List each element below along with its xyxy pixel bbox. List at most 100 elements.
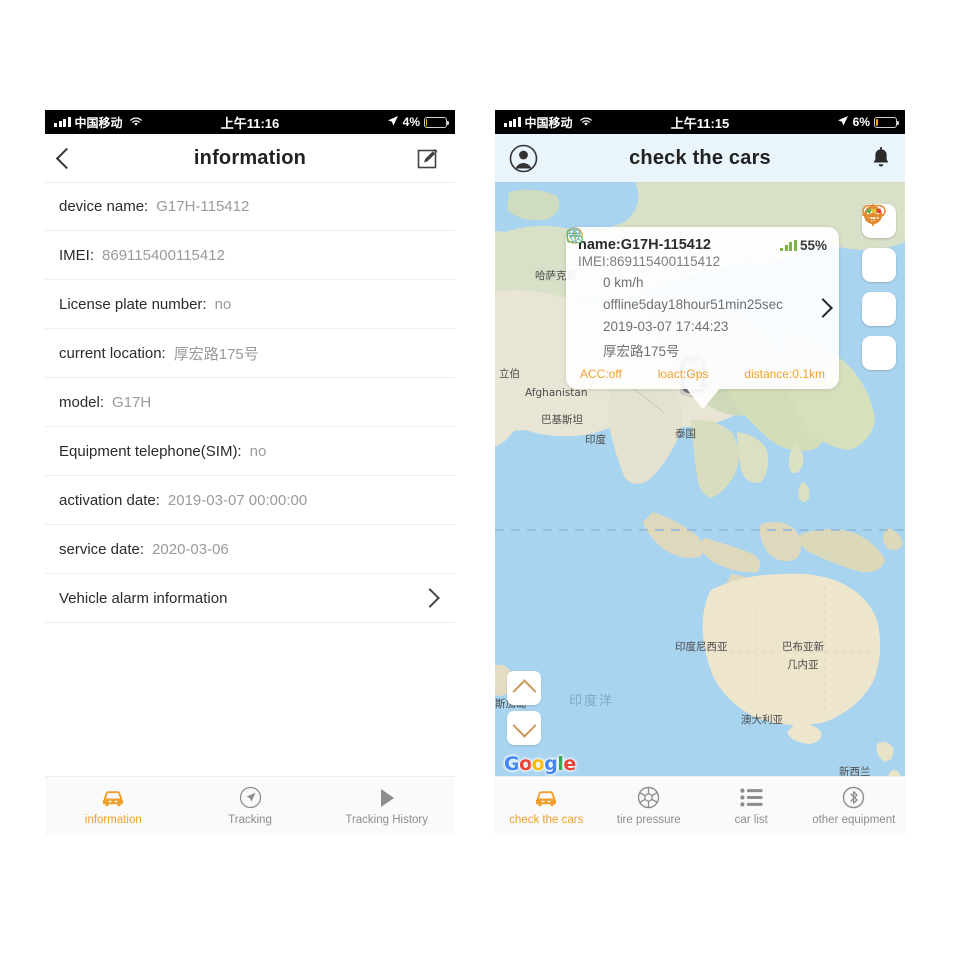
row-value: 2019-03-07 00:00:00 [167, 491, 308, 509]
table-row: Equipment telephone(SIM): no [45, 427, 455, 476]
zoom-in-button[interactable] [507, 671, 541, 705]
tab-car-list[interactable]: car list [700, 787, 803, 826]
callout-address: 厚宏路175号 [603, 344, 680, 359]
left-tab-bar: information Tracking Tracking History [45, 776, 455, 835]
callout-status-row: offline5day18hour51min25sec [566, 227, 827, 313]
calendar-icon [566, 229, 595, 335]
tab-other-equipment[interactable]: other equipment [803, 786, 906, 826]
bell-notification-icon [871, 146, 891, 170]
tire-icon [637, 786, 660, 809]
map-label: 立伯 [499, 368, 520, 380]
callout-distance: distance:0.1km [744, 367, 825, 381]
map-zoom-controls [507, 671, 541, 745]
locate-button[interactable] [862, 204, 896, 282]
map-pin-icon [568, 227, 595, 359]
map-label: 巴布亚新 [782, 641, 824, 653]
right-phone-screen: 中国移动 上午11:15 6% check the cars 哈萨克斯 立伯 A… [495, 110, 905, 835]
screenshot-canvas: 中国移动 上午11:16 4% information device name:… [0, 0, 960, 960]
zoom-out-button[interactable] [507, 711, 541, 745]
callout-speed: 0 km/h [603, 275, 644, 290]
right-nav-bar: check the cars [495, 134, 905, 182]
table-row: service date: 2020-03-06 [45, 525, 455, 574]
callout-imei: IMEI:869115400115412 [578, 254, 721, 269]
status-left-group: 中国移动 [45, 114, 143, 131]
tab-label: Tracking History [345, 813, 428, 826]
row-key: License plate number: [59, 295, 207, 313]
battery-icon [874, 116, 899, 128]
speedometer-icon [566, 227, 595, 291]
status-right-group: 4% [387, 115, 455, 130]
table-row: device name: G17H-115412 [45, 182, 455, 231]
traffic-button[interactable] [862, 204, 896, 370]
tab-information[interactable]: information [45, 787, 182, 826]
table-row: IMEI: 869115400115412 [45, 231, 455, 280]
status-left-group: 中国移动 [495, 114, 593, 131]
chevron-left-icon [55, 147, 78, 169]
row-key: current location: [59, 344, 166, 362]
play-triangle-icon [377, 787, 397, 809]
table-row: current location: 厚宏路175号 [45, 329, 455, 378]
row-value: 869115400115412 [102, 246, 225, 264]
row-value: 2020-03-06 [152, 540, 229, 558]
callout-speed-row: 0 km/h [566, 227, 827, 291]
battery-percent-label: 4% [402, 115, 420, 129]
tab-check-the-cars[interactable]: check the cars [495, 787, 598, 826]
battery-percent-label: 6% [852, 115, 870, 129]
profile-button[interactable] [509, 134, 538, 182]
callout-device-name: name:G17H-115412 [578, 237, 711, 253]
row-key: IMEI: [59, 246, 95, 264]
wifi-icon [579, 115, 593, 130]
left-phone-screen: 中国移动 上午11:16 4% information device name:… [45, 110, 455, 835]
vehicle-info-callout[interactable]: name:G17H-115412 55% IMEI:86911540011541… [566, 227, 839, 409]
tab-tracking-history[interactable]: Tracking History [318, 787, 455, 826]
row-label: Vehicle alarm information [59, 589, 228, 607]
callout-acc: ACC:off [580, 367, 622, 381]
device-info-list: device name: G17H-115412 IMEI: 869115400… [45, 182, 455, 623]
map-label: 澳大利亚 [741, 714, 783, 726]
row-key: Equipment telephone(SIM): [59, 442, 242, 460]
navigation-compass-icon [239, 786, 262, 809]
wifi-icon [129, 115, 143, 130]
signal-bars-icon [780, 239, 797, 251]
tab-label: check the cars [509, 813, 584, 826]
map-type-button[interactable] [862, 206, 896, 326]
vehicle-alarm-information-row[interactable]: Vehicle alarm information [45, 574, 455, 623]
page-title: information [193, 146, 307, 169]
row-value: no [214, 295, 232, 313]
location-arrow-icon [387, 115, 399, 130]
map-canvas[interactable]: 哈萨克斯 立伯 Afghanistan 巴基斯坦 印度 泰国 印度尼西亚 巴布亚… [495, 182, 905, 777]
callout-loact: loact:Gps [657, 367, 709, 381]
map-label: 几内亚 [787, 659, 819, 671]
back-button[interactable] [55, 134, 78, 182]
callout-datetime: 2019-03-07 17:44:23 [603, 319, 729, 334]
callout-address-row: 厚宏路175号 [568, 227, 827, 360]
bluetooth-icon [842, 786, 865, 809]
callout-datetime-row: 2019-03-07 17:44:23 [566, 229, 827, 335]
callout-signal-percent: 55% [799, 237, 827, 253]
tab-tracking[interactable]: Tracking [182, 786, 319, 826]
left-nav-bar: information [45, 134, 455, 182]
map-label: 泰国 [675, 428, 696, 440]
location-arrow-icon [837, 115, 849, 130]
car-icon [100, 787, 126, 809]
callout-footer: ACC:off loact:Gps distance:0.1km [578, 367, 827, 381]
row-key: activation date: [59, 491, 160, 509]
google-watermark: Google [504, 753, 576, 775]
page-title: check the cars [629, 146, 771, 169]
tab-label: tire pressure [616, 813, 681, 826]
notifications-button[interactable] [871, 134, 891, 182]
callout-signal-group: 55% [780, 238, 827, 253]
tab-tire-pressure[interactable]: tire pressure [598, 786, 701, 826]
status-right-group: 6% [837, 115, 905, 130]
tab-label: information [84, 813, 142, 826]
edit-button[interactable] [416, 134, 441, 182]
table-row: model: G17H [45, 378, 455, 427]
row-key: model: [59, 393, 105, 411]
map-label-ocean: 印度洋 [569, 694, 615, 709]
row-key: device name: [59, 198, 149, 215]
battery-icon [424, 116, 449, 128]
row-key: service date: [59, 540, 145, 558]
right-status-bar: 中国移动 上午11:15 6% [495, 110, 905, 134]
car-icon [533, 787, 559, 809]
row-value: G17H-115412 [156, 198, 250, 215]
